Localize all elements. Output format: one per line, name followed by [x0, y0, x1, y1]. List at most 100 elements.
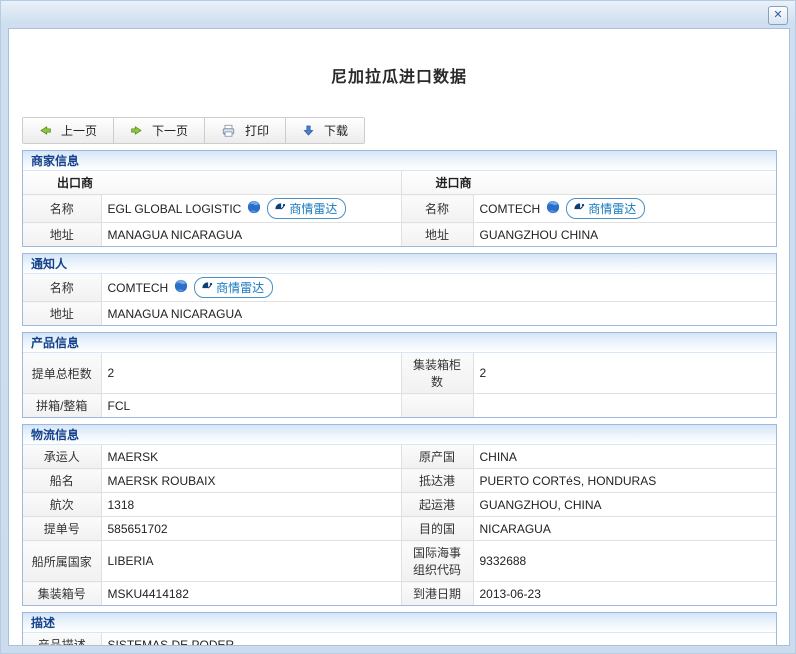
next-page-button[interactable]: 下一页: [114, 118, 205, 143]
arrow-right-icon: [130, 124, 143, 137]
field-label: 目的国: [401, 517, 473, 541]
field-label: 名称: [23, 195, 101, 223]
field-label: 原产国: [401, 445, 473, 469]
globe-icon[interactable]: [546, 200, 560, 217]
print-button[interactable]: 打印: [205, 118, 286, 143]
field-value: 585651702: [101, 517, 401, 541]
table-row: 产品描述 SISTEMAS DE PODER: [23, 633, 776, 646]
importer-name: COMTECH: [480, 202, 541, 216]
field-value: 2013-06-23: [473, 582, 776, 606]
field-label: 名称: [23, 274, 101, 302]
table-row: 船所属国家 LIBERIA 国际海事组织代码 9332688: [23, 541, 776, 582]
table-row: 拼箱/整箱 FCL: [23, 394, 776, 418]
section-logistics-info: 物流信息 承运人 MAERSK 原产国 CHINA 船名 MAERSK ROUB…: [22, 424, 777, 606]
field-label: 产品描述: [23, 633, 101, 646]
badge-label: 商情雷达: [588, 200, 636, 217]
field-label: 集装箱号: [23, 582, 101, 606]
field-label: 拼箱/整箱: [23, 394, 101, 418]
product-description-value: SISTEMAS DE PODER: [101, 633, 776, 646]
section-description: 描述 产品描述 SISTEMAS DE PODER: [22, 612, 777, 646]
download-label: 下载: [324, 122, 348, 139]
section-header: 描述: [23, 613, 776, 633]
download-button[interactable]: 下载: [286, 118, 364, 143]
table-row: 地址 MANAGUA NICARAGUA: [23, 302, 776, 326]
field-label: 集装箱柜数: [401, 353, 473, 394]
field-label: 地址: [23, 223, 101, 247]
field-value: CHINA: [473, 445, 776, 469]
table-row: 名称 COMTECH 商情雷达: [23, 274, 776, 302]
exporter-header: 出口商: [23, 171, 401, 195]
field-value: FCL: [101, 394, 401, 418]
section-header: 商家信息: [23, 151, 776, 171]
close-icon[interactable]: ✕: [768, 6, 788, 25]
table-row: 船名 MAERSK ROUBAIX 抵达港 PUERTO CORTéS, HON…: [23, 469, 776, 493]
toolbar: 上一页 下一页 打印 下载: [22, 117, 365, 144]
field-label: 名称: [401, 195, 473, 223]
field-value: 2: [473, 353, 776, 394]
field-label: 船所属国家: [23, 541, 101, 582]
notify-table: 名称 COMTECH 商情雷达 地址 MAN: [23, 274, 776, 325]
table-row: 名称 EGL GLOBAL LOGISTIC 商情雷达 名称: [23, 195, 776, 223]
table-row: 承运人 MAERSK 原产国 CHINA: [23, 445, 776, 469]
importer-address: GUANGZHOU CHINA: [473, 223, 776, 247]
notify-address: MANAGUA NICARAGUA: [101, 302, 776, 326]
business-radar-badge[interactable]: 商情雷达: [194, 277, 273, 298]
badge-label: 商情雷达: [289, 200, 337, 217]
importer-header: 进口商: [401, 171, 776, 195]
satellite-dish-icon: [572, 201, 585, 217]
arrow-down-icon: [302, 124, 315, 137]
dialog-window: ✕ 尼加拉瓜进口数据 上一页 下一页 打印 下载 商家信息: [0, 0, 796, 654]
field-value: [473, 394, 776, 418]
dialog-content: 尼加拉瓜进口数据 上一页 下一页 打印 下载 商家信息: [8, 28, 790, 646]
field-value: MSKU4414182: [101, 582, 401, 606]
field-value: COMTECH 商情雷达: [473, 195, 776, 223]
table-row: 提单号 585651702 目的国 NICARAGUA: [23, 517, 776, 541]
prev-page-button[interactable]: 上一页: [23, 118, 114, 143]
field-value: COMTECH 商情雷达: [101, 274, 776, 302]
exporter-address: MANAGUA NICARAGUA: [101, 223, 401, 247]
field-label: 提单号: [23, 517, 101, 541]
field-label: [401, 394, 473, 418]
field-label: 国际海事组织代码: [401, 541, 473, 582]
exporter-name: EGL GLOBAL LOGISTIC: [108, 202, 242, 216]
field-value: MAERSK ROUBAIX: [101, 469, 401, 493]
business-radar-badge[interactable]: 商情雷达: [267, 198, 346, 219]
table-row: 出口商 进口商: [23, 171, 776, 195]
print-label: 打印: [245, 122, 269, 139]
field-value: EGL GLOBAL LOGISTIC 商情雷达: [101, 195, 401, 223]
notify-name: COMTECH: [108, 281, 169, 295]
field-label: 承运人: [23, 445, 101, 469]
satellite-dish-icon: [200, 280, 213, 296]
field-label: 起运港: [401, 493, 473, 517]
field-label: 航次: [23, 493, 101, 517]
section-notify-party: 通知人 名称 COMTECH 商情雷达: [22, 253, 777, 326]
section-header: 通知人: [23, 254, 776, 274]
field-label: 提单总柜数: [23, 353, 101, 394]
globe-icon[interactable]: [247, 200, 261, 217]
globe-icon[interactable]: [174, 279, 188, 296]
section-header: 产品信息: [23, 333, 776, 353]
field-value: 9332688: [473, 541, 776, 582]
page-title: 尼加拉瓜进口数据: [9, 63, 789, 87]
business-radar-badge[interactable]: 商情雷达: [566, 198, 645, 219]
product-table: 提单总柜数 2 集装箱柜数 2 拼箱/整箱 FCL: [23, 353, 776, 417]
field-value: 1318: [101, 493, 401, 517]
description-table: 产品描述 SISTEMAS DE PODER: [23, 633, 776, 646]
field-value: GUANGZHOU, CHINA: [473, 493, 776, 517]
section-product-info: 产品信息 提单总柜数 2 集装箱柜数 2 拼箱/整箱 FCL: [22, 332, 777, 418]
logistics-table: 承运人 MAERSK 原产国 CHINA 船名 MAERSK ROUBAIX 抵…: [23, 445, 776, 605]
prev-page-label: 上一页: [61, 122, 97, 139]
table-row: 航次 1318 起运港 GUANGZHOU, CHINA: [23, 493, 776, 517]
field-label: 到港日期: [401, 582, 473, 606]
field-value: PUERTO CORTéS, HONDURAS: [473, 469, 776, 493]
printer-icon: [221, 124, 236, 138]
table-row: 地址 MANAGUA NICARAGUA 地址 GUANGZHOU CHINA: [23, 223, 776, 247]
next-page-label: 下一页: [152, 122, 188, 139]
field-label: 船名: [23, 469, 101, 493]
field-value: NICARAGUA: [473, 517, 776, 541]
arrow-left-icon: [39, 124, 52, 137]
field-label: 抵达港: [401, 469, 473, 493]
field-value: LIBERIA: [101, 541, 401, 582]
table-row: 提单总柜数 2 集装箱柜数 2: [23, 353, 776, 394]
section-header: 物流信息: [23, 425, 776, 445]
